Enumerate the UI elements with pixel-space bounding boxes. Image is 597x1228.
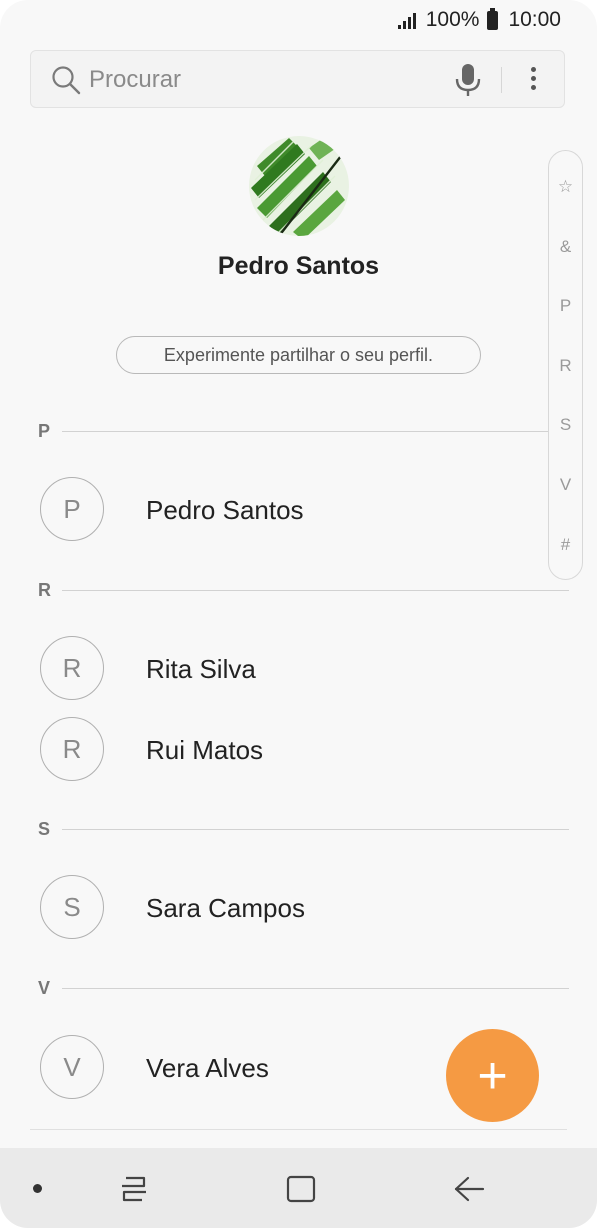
contact-item[interactable]: R Rita Silva [40,636,520,702]
clock: 10:00 [508,8,561,31]
contact-avatar: R [40,717,104,781]
index-item-p[interactable]: P [549,296,582,316]
contact-item[interactable]: R Rui Matos [40,717,520,783]
section-header-r: R [38,578,569,602]
signal-icon [397,11,416,29]
contact-avatar: S [40,875,104,939]
contact-name: Rui Matos [146,735,264,765]
list-bottom-divider [30,1129,567,1130]
section-divider [62,430,548,432]
index-item-v[interactable]: V [549,475,582,495]
profile-avatar[interactable] [249,136,349,236]
section-divider [62,828,569,830]
index-favorites-star-icon[interactable]: ☆ [549,177,582,197]
contact-name: Rita Silva [146,654,256,684]
section-header-v: V [38,976,569,1000]
index-item-r[interactable]: R [549,356,582,376]
status-bar: 100% 10:00 [0,0,597,40]
plus-icon: + [477,1046,508,1105]
contact-name: Vera Alves [146,1053,269,1083]
contact-item[interactable]: P Pedro Santos [40,477,520,543]
index-item-hash[interactable]: # [549,535,582,555]
section-letter: R [38,579,51,600]
contact-avatar: R [40,636,104,700]
contact-avatar: V [40,1035,104,1099]
home-icon[interactable] [285,1174,317,1204]
section-letter: S [38,818,51,839]
search-bar[interactable]: Procurar [30,50,565,108]
add-contact-button[interactable]: + [446,1029,539,1122]
battery-percentage: 100% [425,8,480,31]
nav-dot-icon[interactable] [33,1184,42,1193]
index-item-s[interactable]: S [549,415,582,435]
section-letter: P [38,420,51,441]
share-profile-label: Experimente partilhar o seu perfil. [163,344,434,365]
contacts-screen: 100% 10:00 Procurar Pedro Santos Experim… [0,0,597,1228]
search-icon [52,66,81,95]
section-header-p: P [38,419,548,443]
more-options-icon[interactable] [523,63,543,97]
share-profile-button[interactable]: Experimente partilhar o seu perfil. [116,336,481,374]
section-divider [62,589,569,591]
back-icon[interactable] [452,1174,486,1204]
recent-apps-icon[interactable] [118,1174,150,1204]
contact-name: Pedro Santos [146,495,304,525]
section-divider [62,987,569,989]
section-letter: V [38,977,51,998]
contact-avatar: P [40,477,104,541]
contact-name: Sara Campos [146,893,305,923]
alphabet-index[interactable]: ☆ & P R S V # [548,150,583,580]
search-input[interactable]: Procurar [89,66,181,94]
profile-name[interactable]: Pedro Santos [0,252,597,281]
navigation-bar [0,1148,597,1228]
section-header-s: S [38,817,569,841]
battery-icon [487,7,499,30]
fern-leaf-image [249,136,349,236]
contact-item[interactable]: S Sara Campos [40,875,520,941]
index-item-ampersand[interactable]: & [549,237,582,257]
search-divider [501,67,502,93]
microphone-icon[interactable] [451,62,485,98]
